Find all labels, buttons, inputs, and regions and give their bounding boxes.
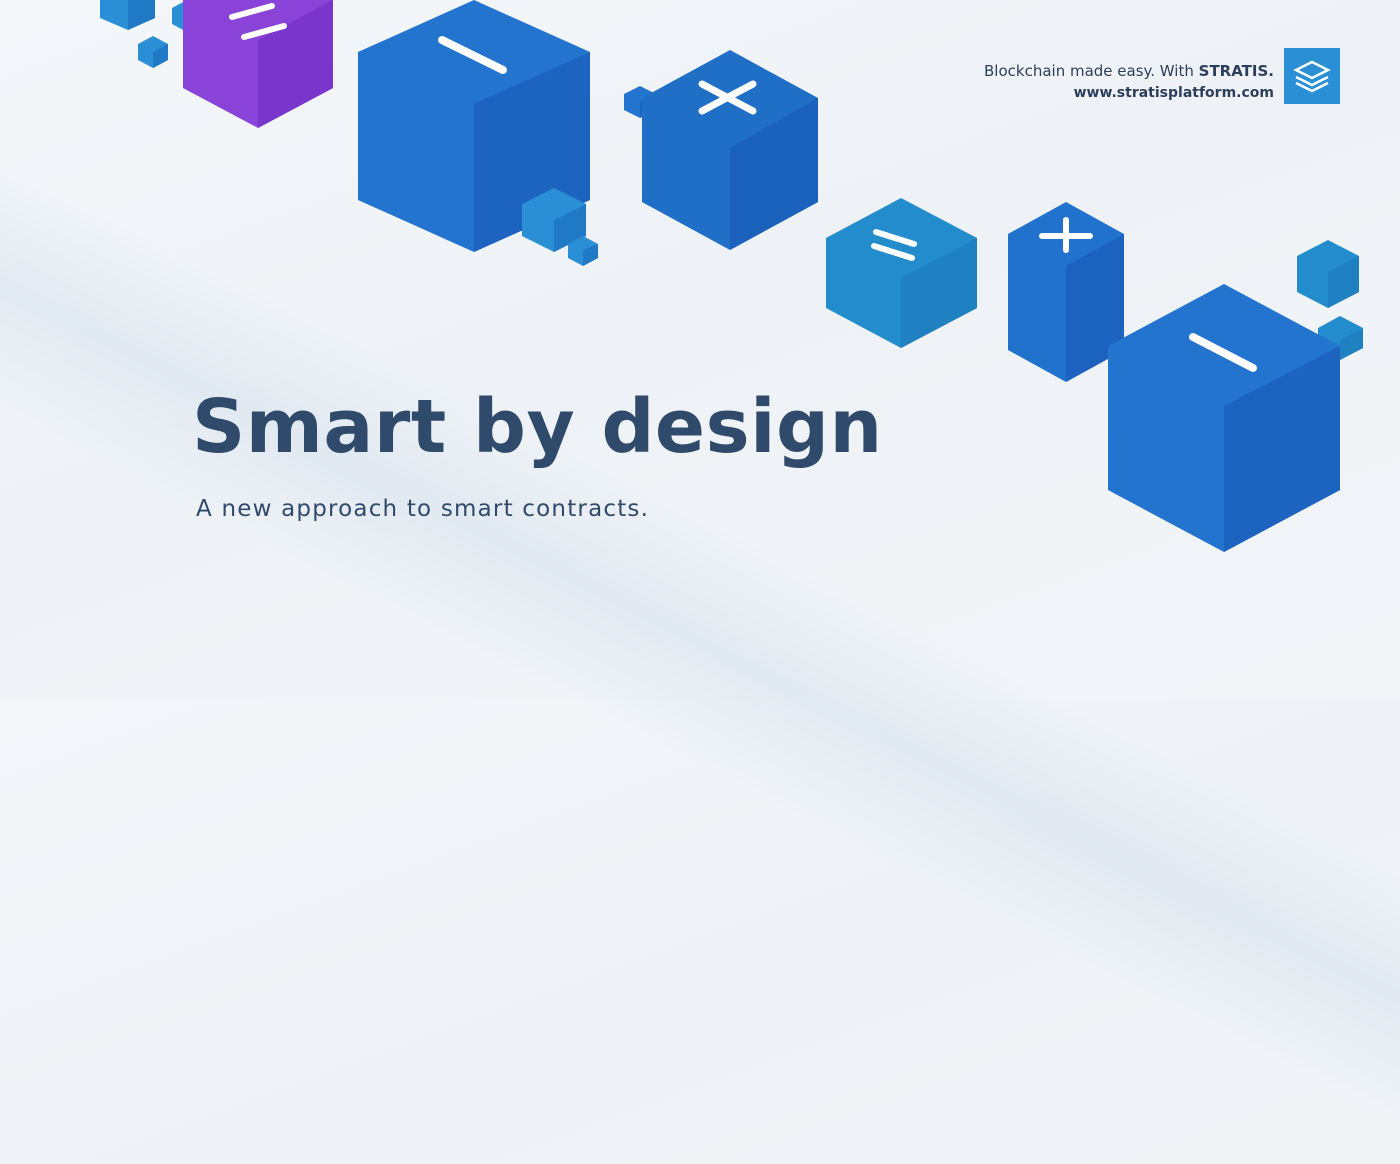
stacked-layers-icon [1293,60,1331,93]
stratis-logo [1284,48,1340,104]
cube-equals-blue [826,198,977,348]
small-cube [138,36,168,68]
hero-subhead: A new approach to smart contracts. [196,496,650,522]
cube-equals-purple [183,0,333,128]
brand-block: Blockchain made easy. With STRATIS. www.… [984,60,1274,104]
small-cube-top-left [100,0,155,30]
cube-times [642,50,818,250]
brand-url: www.stratisplatform.com [1073,85,1274,101]
cube-minus-bottom-right [1108,284,1340,552]
brand-name: STRATIS. [1198,62,1274,80]
small-cube [1297,240,1359,308]
cube-illustration [100,0,1363,552]
hero-headline: Smart by design [192,384,883,470]
brand-tagline: Blockchain made easy. With STRATIS. [984,60,1274,82]
cube-plus [1008,202,1124,382]
tagline-text: Blockchain made easy. With [984,62,1199,80]
